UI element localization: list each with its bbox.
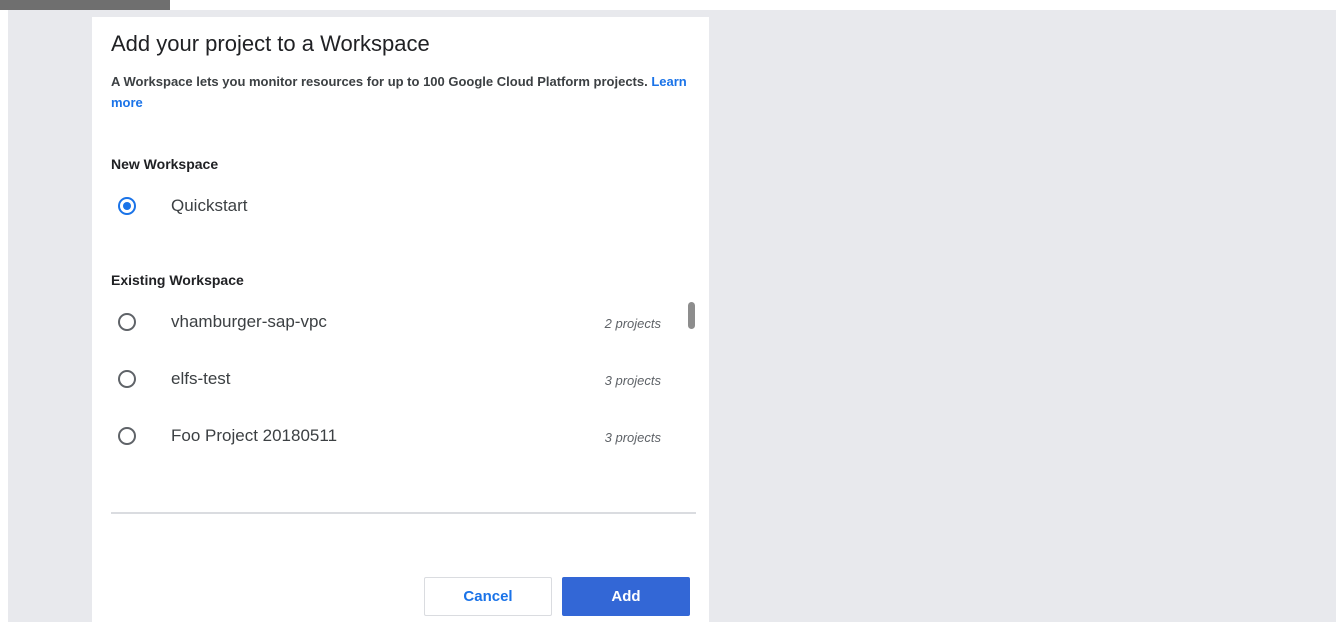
radio-button-selected-icon[interactable] [118, 197, 136, 215]
add-to-workspace-dialog: Add your project to a Workspace A Worksp… [92, 17, 709, 622]
project-count: 3 projects [604, 373, 661, 388]
radio-button-icon[interactable] [118, 427, 136, 445]
new-workspace-heading: New Workspace [111, 156, 219, 172]
description-text: A Workspace lets you monitor resources f… [111, 74, 648, 89]
dialog-title: Add your project to a Workspace [111, 31, 430, 56]
radio-option-elfs-test[interactable]: elfs-test 3 projects [111, 363, 671, 399]
list-scrollbar-thumb[interactable] [688, 302, 695, 329]
radio-option-label: Foo Project 20180511 [171, 426, 338, 445]
dialog-description: A Workspace lets you monitor resources f… [111, 71, 691, 113]
radio-option-label: Quickstart [171, 196, 248, 215]
radio-option-label: vhamburger-sap-vpc [171, 312, 327, 331]
radio-option-foo-project-20180511[interactable]: Foo Project 20180511 3 projects [111, 420, 671, 456]
radio-option-label: elfs-test [171, 369, 231, 388]
project-count: 3 projects [604, 430, 661, 445]
radio-option-quickstart[interactable]: Quickstart [111, 190, 671, 226]
top-accent-bar [0, 0, 170, 10]
dialog-divider [111, 512, 696, 514]
radio-button-icon[interactable] [118, 313, 136, 331]
radio-button-icon[interactable] [118, 370, 136, 388]
cancel-button[interactable]: Cancel [424, 577, 552, 616]
existing-workspace-heading: Existing Workspace [111, 272, 244, 288]
project-count: 2 projects [604, 316, 661, 331]
radio-option-vhamburger-sap-vpc[interactable]: vhamburger-sap-vpc 2 projects [111, 306, 671, 342]
add-button[interactable]: Add [562, 577, 690, 616]
